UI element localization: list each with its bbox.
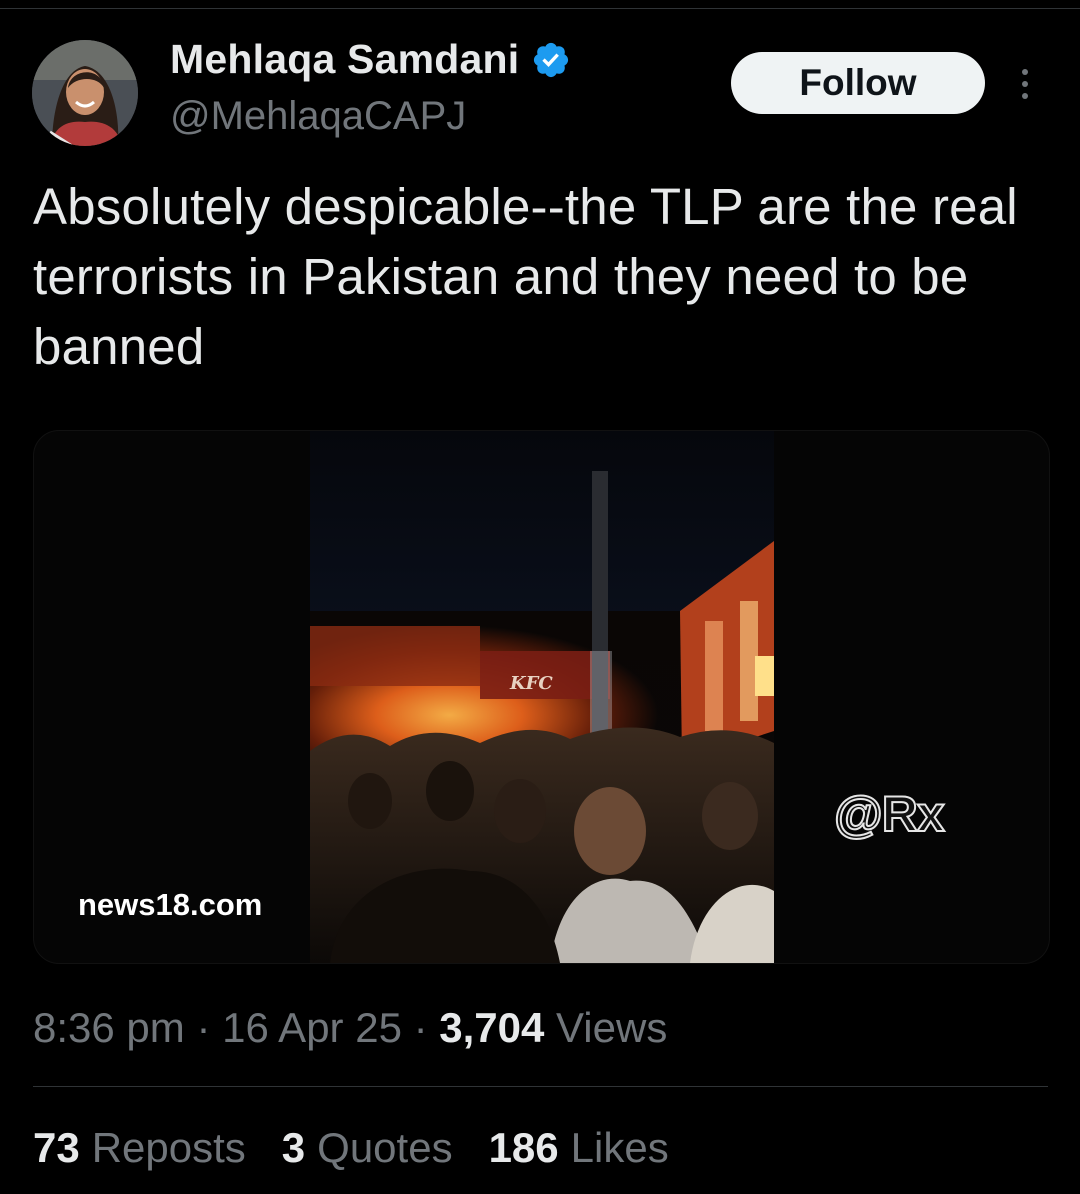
more-dot	[1022, 93, 1028, 99]
more-dot	[1022, 69, 1028, 75]
views-label: Views	[556, 1004, 668, 1051]
stats-divider	[33, 1086, 1048, 1087]
news18-watermark: news18.com	[78, 887, 263, 922]
meta-separator: ·	[196, 1004, 211, 1051]
reposts-label: Reposts	[91, 1124, 246, 1171]
quotes-count: 3	[281, 1124, 306, 1171]
rx-watermark: @Rx	[833, 785, 946, 843]
quotes-stat[interactable]: 3 Quotes	[282, 1124, 453, 1172]
author-display-name[interactable]: Mehlaqa Samdani	[170, 36, 571, 83]
engagement-stats: 73 Reposts 3 Quotes 186 Likes	[33, 1124, 669, 1172]
quotes-label: Quotes	[317, 1124, 453, 1171]
tweet-time[interactable]: 8:36 pm	[33, 1004, 185, 1051]
verified-badge-icon	[534, 42, 569, 77]
author-name-text[interactable]: Mehlaqa Samdani	[170, 36, 519, 83]
tweet-text: Absolutely despicable--the TLP are the r…	[33, 178, 1018, 375]
avatar[interactable]	[32, 40, 138, 146]
author-handle[interactable]: @MehlaqaCAPJ	[170, 94, 466, 139]
views-count: 3,704	[439, 1004, 545, 1051]
likes-stat[interactable]: 186 Likes	[489, 1124, 669, 1172]
video-frame[interactable]: KFC	[310, 431, 774, 963]
reposts-count: 73	[33, 1124, 80, 1171]
follow-button[interactable]: Follow	[731, 52, 985, 114]
tweet-date[interactable]: 16 Apr 25	[222, 1004, 402, 1051]
top-divider	[0, 8, 1080, 9]
kfc-sign-text: KFC	[509, 673, 553, 694]
likes-label: Likes	[570, 1124, 669, 1171]
tweet-meta: 8:36 pm · 16 Apr 25 · 3,704 Views	[33, 1004, 667, 1052]
more-options-icon[interactable]	[1010, 62, 1040, 106]
tweet-media[interactable]: KFC news18.com @Rx	[33, 430, 1050, 964]
reposts-stat[interactable]: 73 Reposts	[33, 1124, 246, 1172]
likes-count: 186	[488, 1124, 559, 1171]
meta-separator: ·	[413, 1004, 428, 1051]
more-dot	[1022, 81, 1028, 87]
